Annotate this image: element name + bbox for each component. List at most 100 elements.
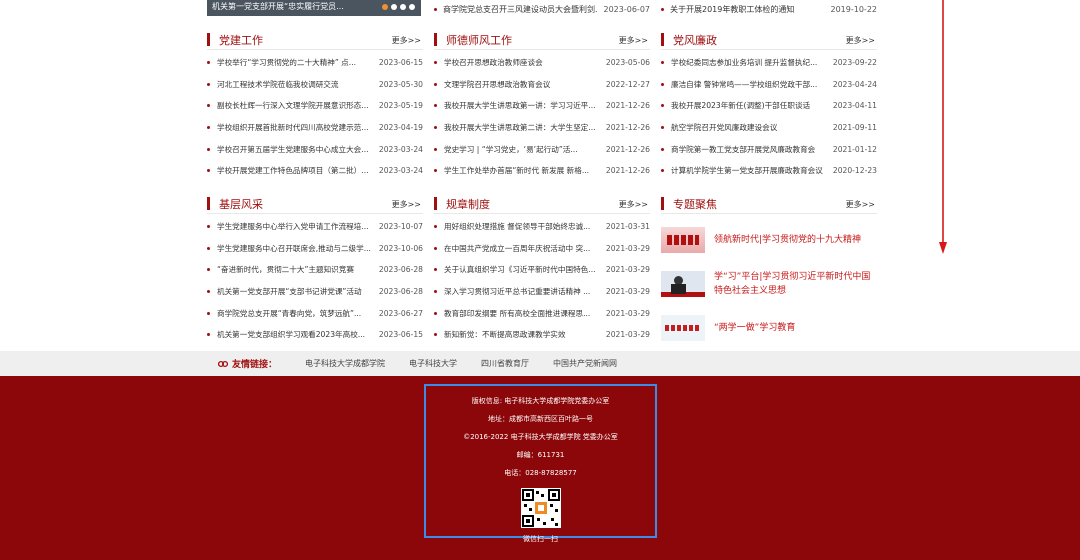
topic-thumbnail[interactable] [661, 271, 705, 297]
topic-item[interactable]: 领航新时代|学习贯彻党的十九大精神 [661, 218, 877, 262]
more-link[interactable]: 更多>> [619, 35, 648, 46]
list-item[interactable]: 学校开展党建工作特色品牌项目（第二批）... 2023-03-24 [207, 160, 423, 182]
list-item[interactable]: 副校长杜辉一行深入文理学院开展意识形态... 2023-05-19 [207, 95, 423, 117]
item-title[interactable]: 学校纪委同志参加业务培训 提升监督执纪... [671, 57, 827, 68]
list-item[interactable]: 学生工作处举办首届“新时代 新发展 新格... 2021-12-26 [434, 160, 650, 182]
bullet-icon [434, 104, 437, 108]
list-item[interactable]: 关于开展2019年教职工体检的通知 2019-10-22 [661, 2, 877, 16]
topic-thumbnail[interactable] [661, 227, 705, 253]
list-item[interactable]: 计算机学院学生第一党支部开展廉政教育会议 2020-12-23 [661, 160, 877, 182]
list-item[interactable]: 机关第一党支部组织学习观看2023年高校... 2023-06-15 [207, 324, 423, 346]
list-item[interactable]: 用好组织处理措施 督促领导干部始终忠诚... 2021-03-31 [434, 216, 650, 238]
slider-dot[interactable] [391, 4, 397, 10]
news-list: 学校召开思想政治教师座谈会 2023-05-06 文理学院召开思想政治教育会议 202… [434, 52, 650, 182]
list-item[interactable]: 商学院党总支召开三风建设动员大会暨利剑... 2023-06-07 [434, 2, 650, 16]
list-item[interactable]: 学校纪委同志参加业务培训 提升监督执纪... 2023-09-22 [661, 52, 877, 74]
list-item[interactable]: 学校组织开展首批新时代四川高校党建示范... 2023-04-19 [207, 117, 423, 139]
item-date: 2019-10-22 [830, 4, 878, 14]
more-link[interactable]: 更多>> [846, 199, 875, 210]
item-title[interactable]: 机关第一党支部组织学习观看2023年高校... [217, 329, 373, 340]
item-title[interactable]: 学生党建服务中心举行入党申请工作流程培... [217, 221, 373, 232]
topic-title[interactable]: 领航新时代|学习贯彻党的十九大精神 [714, 233, 861, 247]
item-title[interactable]: 深入学习贯彻习近平总书记重要讲话精神 ... [444, 286, 600, 297]
friend-link[interactable]: 四川省教育厅 [481, 358, 529, 369]
friend-link[interactable]: 中国共产党新闻网 [553, 358, 617, 369]
list-item[interactable]: 深入学习贯彻习近平总书记重要讲话精神 ... 2021-03-29 [434, 281, 650, 303]
more-link[interactable]: 更多>> [392, 199, 421, 210]
topic-title[interactable]: “两学一做”学习教育 [714, 321, 795, 335]
list-item[interactable]: 航空学院召开党风廉政建设会议 2021-09-11 [661, 117, 877, 139]
item-title[interactable]: 河北工程技术学院莅临我校调研交流 [217, 79, 373, 90]
item-title[interactable]: 我校开展大学生讲思政第二讲：大学生坚定... [444, 122, 600, 133]
friend-link[interactable]: 电子科技大学成都学院 [305, 358, 385, 369]
list-item[interactable]: 机关第一党支部开展“支部书记讲党课”活动 2023-06-28 [207, 281, 423, 303]
item-title[interactable]: 关于认真组织学习《习近平新时代中国特色... [444, 264, 600, 275]
list-item[interactable]: 学生党建服务中心举行入党申请工作流程培... 2023-10-07 [207, 216, 423, 238]
item-title[interactable]: 我校开展2023年新任(调整)干部任职谈话 [671, 100, 827, 111]
section-title: 党风廉政 [673, 33, 717, 47]
list-item[interactable]: 学校召开思想政治教师座谈会 2023-05-06 [434, 52, 650, 74]
item-title[interactable]: 关于开展2019年教职工体检的通知 [670, 4, 825, 15]
list-item[interactable]: 学校召开第五届学生党建服务中心成立大会... 2023-03-24 [207, 138, 423, 160]
list-item[interactable]: 我校开展2023年新任(调整)干部任职谈话 2023-04-11 [661, 95, 877, 117]
slider-caption[interactable]: 机关第一党支部开展“忠实履行党员... [212, 1, 382, 12]
item-title[interactable]: 计算机学院学生第一党支部开展廉政教育会议 [671, 165, 827, 176]
list-item[interactable]: 学生党建服务中心召开联席会,推动与二级学... 2023-10-06 [207, 238, 423, 260]
item-title[interactable]: 学生工作处举办首届“新时代 新发展 新格... [444, 165, 600, 176]
friend-link[interactable]: 电子科技大学 [409, 358, 457, 369]
item-title[interactable]: 商学院党总支开展“青春向党，筑梦远航”... [217, 308, 373, 319]
item-title[interactable]: 学校组织开展首批新时代四川高校党建示范... [217, 122, 373, 133]
item-title[interactable]: 学校开展党建工作特色品牌项目（第二批）... [217, 165, 373, 176]
topic-thumbnail[interactable] [661, 315, 705, 341]
list-item[interactable]: 我校开展大学生讲思政第一讲：学习习近平... 2021-12-26 [434, 95, 650, 117]
topic-item[interactable]: 学“习”平台|学习贯彻习近平新时代中国特色社会主义思想 [661, 262, 877, 306]
item-title[interactable]: 文理学院召开思想政治教育会议 [444, 79, 600, 90]
item-date: 2023-06-15 [378, 58, 423, 68]
list-item[interactable]: 廉洁自律 警钟常鸣——学校组织党政干部... 2023-04-24 [661, 74, 877, 96]
item-title[interactable]: 党史学习 | “学习党史，‘易’起行动”活... [444, 144, 600, 155]
item-title[interactable]: 商学院第一教工党支部开展党风廉政教育会 [671, 144, 827, 155]
slider-dot[interactable] [409, 4, 415, 10]
list-item[interactable]: 党史学习 | “学习党史，‘易’起行动”活... 2021-12-26 [434, 138, 650, 160]
more-link[interactable]: 更多>> [619, 199, 648, 210]
topic-title[interactable]: 学“习”平台|学习贯彻习近平新时代中国特色社会主义思想 [714, 270, 877, 298]
item-title[interactable]: 新知新觉：不断提高思政课教学实效 [444, 329, 600, 340]
bullet-icon [434, 225, 437, 229]
list-item[interactable]: 教育部印发纲要 所有高校全面推进课程思... 2021-03-29 [434, 302, 650, 324]
item-title[interactable]: 学校召开第五届学生党建服务中心成立大会... [217, 144, 373, 155]
item-title[interactable]: 学校召开思想政治教师座谈会 [444, 57, 600, 68]
item-title[interactable]: 教育部印发纲要 所有高校全面推进课程思... [444, 308, 600, 319]
more-link[interactable]: 更多>> [846, 35, 875, 46]
list-item[interactable]: 关于认真组织学习《习近平新时代中国特色... 2021-03-29 [434, 259, 650, 281]
item-title[interactable]: 学校举行“学习贯彻党的二十大精神” 点... [217, 57, 373, 68]
list-item[interactable]: 学校举行“学习贯彻党的二十大精神” 点... 2023-06-15 [207, 52, 423, 74]
list-item[interactable]: 文理学院召开思想政治教育会议 2022-12-27 [434, 74, 650, 96]
section-topics: 专题聚焦 更多>> 领航新时代|学习贯彻党的十九大精神 学“习”平台|学习贯彻习… [661, 194, 877, 354]
item-title[interactable]: 航空学院召开党风廉政建设会议 [671, 122, 827, 133]
list-item[interactable]: 商学院第一教工党支部开展党风廉政教育会 2021-01-12 [661, 138, 877, 160]
item-title[interactable]: 廉洁自律 警钟常鸣——学校组织党政干部... [671, 79, 827, 90]
item-title[interactable]: 用好组织处理措施 督促领导干部始终忠诚... [444, 221, 600, 232]
topic-item[interactable]: “两学一做”学习教育 [661, 306, 877, 350]
section-title: 专题聚焦 [673, 197, 717, 211]
item-title[interactable]: 学生党建服务中心召开联席会,推动与二级学... [217, 243, 373, 254]
item-date: 2023-05-30 [378, 79, 423, 89]
news-slider[interactable]: 机关第一党支部开展“忠实履行党员... [207, 0, 421, 16]
slider-dot[interactable] [382, 4, 388, 10]
item-title[interactable]: 我校开展大学生讲思政第一讲：学习习近平... [444, 100, 600, 111]
more-link[interactable]: 更多>> [392, 35, 421, 46]
slider-dot[interactable] [400, 4, 406, 10]
list-item[interactable]: 我校开展大学生讲思政第二讲：大学生坚定... 2021-12-26 [434, 117, 650, 139]
list-item[interactable]: 在中国共产党成立一百周年庆祝活动中 突... 2021-03-29 [434, 238, 650, 260]
list-item[interactable]: 新知新觉：不断提高思政课教学实效 2021-03-29 [434, 324, 650, 346]
item-title[interactable]: “奋进新时代，贯彻二十大”主题知识竞赛 [217, 264, 373, 275]
list-item[interactable]: 商学院党总支开展“青春向党，筑梦远航”... 2023-06-27 [207, 302, 423, 324]
item-title[interactable]: 机关第一党支部开展“支部书记讲党课”活动 [217, 286, 373, 297]
item-title[interactable]: 商学院党总支召开三风建设动员大会暨利剑... [443, 4, 598, 15]
list-item[interactable]: “奋进新时代，贯彻二十大”主题知识竞赛 2023-06-28 [207, 259, 423, 281]
list-item[interactable]: 河北工程技术学院莅临我校调研交流 2023-05-30 [207, 74, 423, 96]
bullet-icon [207, 104, 210, 108]
bullet-icon [207, 246, 210, 250]
item-title[interactable]: 副校长杜辉一行深入文理学院开展意识形态... [217, 100, 373, 111]
item-title[interactable]: 在中国共产党成立一百周年庆祝活动中 突... [444, 243, 600, 254]
